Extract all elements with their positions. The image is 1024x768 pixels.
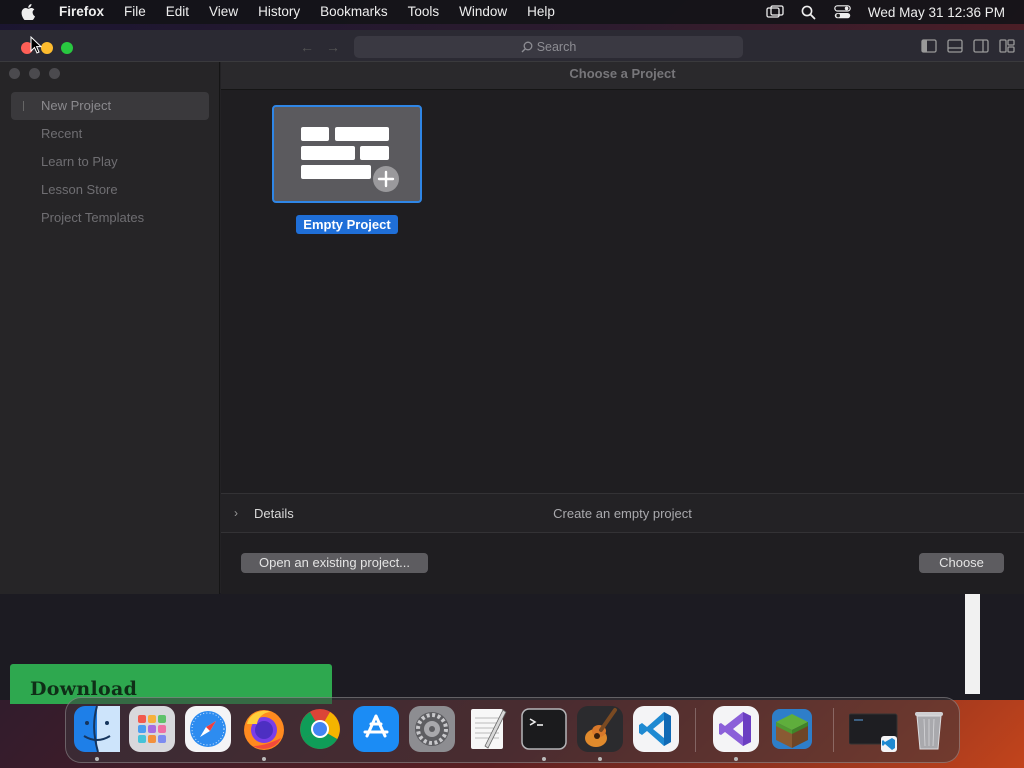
sidebar-item-recent[interactable]: Recent [11,120,209,148]
choose-project-dialog: New Project Recent Learn to Play Lesson … [0,61,1024,593]
terminal-icon[interactable] [521,706,567,752]
bottom-panel-icon[interactable] [946,38,964,54]
dock-separator [833,708,834,752]
selection-marker [23,101,24,111]
running-indicator [542,757,546,761]
library-grid-icon[interactable] [998,38,1016,54]
running-indicator [598,757,602,761]
menu-extras: Wed May 31 12:36 PM [758,0,1024,24]
project-thumbnail[interactable] [272,105,422,203]
sidebar-list: New Project Recent Learn to Play Lesson … [11,92,209,232]
dialog-title: Choose a Project [221,62,1024,90]
running-indicator [734,757,738,761]
open-existing-project-button[interactable]: Open an existing project... [241,553,428,573]
search-icon [521,41,533,53]
minimize-window-button[interactable] [41,42,53,54]
page-content-edge [965,594,980,694]
apple-menu-icon[interactable] [17,1,39,23]
chrome-icon[interactable] [297,706,343,752]
vscode-icon[interactable] [633,706,679,752]
app-store-icon[interactable] [353,706,399,752]
sidebar-item-lesson-store[interactable]: Lesson Store [11,176,209,204]
garageband-icon[interactable] [577,706,623,752]
launchpad-icon[interactable] [129,706,175,752]
sidebar-item-label: Lesson Store [41,182,118,197]
menu-view[interactable]: View [199,0,248,24]
dock-separator [695,708,696,752]
right-sidebar-icon[interactable] [972,38,990,54]
menu-window[interactable]: Window [449,0,517,24]
visual-studio-icon[interactable] [713,706,759,752]
minecraft-icon[interactable] [769,706,815,752]
zoom-window-button[interactable] [61,42,73,54]
search-input[interactable]: Search [354,36,743,58]
dialog-close-button[interactable] [9,68,20,79]
firefox-icon[interactable] [241,706,287,752]
menu-bookmarks[interactable]: Bookmarks [310,0,398,24]
toolbar-layout-buttons [920,38,1016,54]
back-arrow-icon[interactable]: ← [300,39,314,55]
menu-help[interactable]: Help [517,0,565,24]
dialog-sidebar: New Project Recent Learn to Play Lesson … [0,62,220,594]
left-sidebar-icon[interactable] [920,38,938,54]
dock [65,697,960,763]
minimized-window-thumbnail[interactable] [849,706,895,752]
sidebar-item-learn-to-play[interactable]: Learn to Play [11,148,209,176]
details-description: Create an empty project [221,506,1024,521]
dialog-zoom-button[interactable] [49,68,60,79]
menubar-clock[interactable]: Wed May 31 12:36 PM [868,5,1005,20]
empty-project-label[interactable]: Empty Project [296,215,397,234]
menu-file[interactable]: File [114,0,156,24]
dialog-minimize-button[interactable] [29,68,40,79]
dialog-window-controls [9,68,60,79]
search-placeholder: Search [537,40,577,54]
menu-history[interactable]: History [248,0,310,24]
dialog-main: Choose a Project Empty Project › D [221,62,1024,594]
sidebar-item-new-project[interactable]: New Project [11,92,209,120]
safari-icon[interactable] [185,706,231,752]
running-indicator [95,757,99,761]
menu-app-firefox[interactable]: Firefox [49,0,114,24]
screen-mirroring-icon[interactable] [764,3,786,21]
forward-arrow-icon[interactable]: → [326,39,340,55]
menu-tools[interactable]: Tools [398,0,450,24]
sidebar-item-label: Learn to Play [41,154,118,169]
finder-icon[interactable] [74,706,120,752]
menu-bar: Firefox File Edit View History Bookmarks… [0,0,1024,24]
choose-button[interactable]: Choose [919,553,1004,573]
empty-project-tile[interactable]: Empty Project [272,105,422,234]
menu-edit[interactable]: Edit [156,0,199,24]
textedit-icon[interactable] [465,706,511,752]
system-preferences-icon[interactable] [409,706,455,752]
sidebar-item-project-templates[interactable]: Project Templates [11,204,209,232]
sidebar-item-label: Recent [41,126,82,141]
details-disclosure[interactable]: › Details Create an empty project [221,493,1024,533]
trash-icon[interactable] [906,706,952,752]
sidebar-item-label: New Project [41,98,111,113]
mouse-cursor-icon [30,36,42,54]
firefox-toolbar: ← → Search [0,30,1024,64]
empty-project-icon [274,107,420,201]
sidebar-item-label: Project Templates [41,210,144,225]
control-center-icon[interactable] [832,3,854,21]
running-indicator [262,757,266,761]
spotlight-search-icon[interactable] [798,3,820,21]
